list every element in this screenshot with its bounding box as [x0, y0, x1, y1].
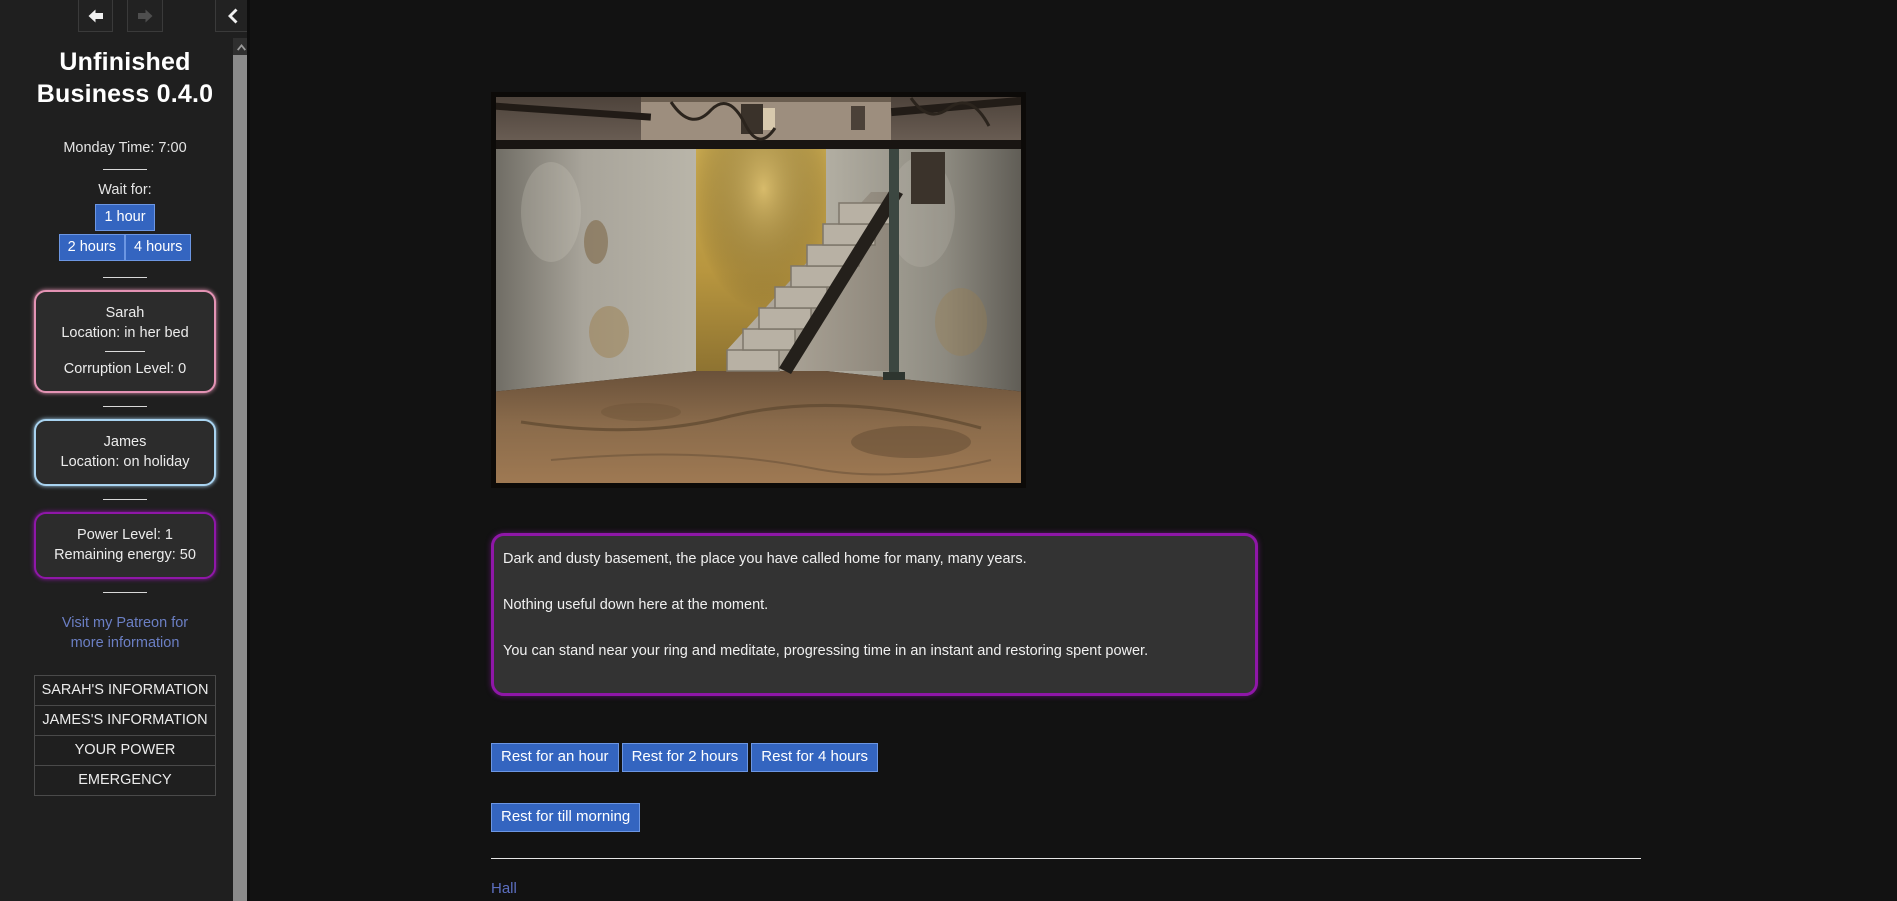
page-title: Unfinished Business 0.4.0 [36, 48, 214, 108]
power-status-card[interactable]: Power Level: 1 Remaining energy: 50 [34, 512, 216, 579]
divider [105, 351, 145, 352]
exit-link-hall[interactable]: Hall [491, 880, 517, 897]
divider [103, 277, 147, 278]
wait-4-hours-button[interactable]: 4 hours [125, 234, 192, 261]
rest-actions-row-2: Rest for till morning [491, 803, 643, 832]
wait-2-hours-button[interactable]: 2 hours [58, 234, 125, 261]
sidebar-nav-row [0, 0, 250, 36]
forward-button[interactable] [127, 0, 163, 32]
sidebar-item-jamess-information[interactable]: JAMES'S INFORMATION [35, 706, 215, 736]
chevron-up-icon [237, 43, 246, 51]
main-content: Dark and dusty basement, the place you h… [250, 0, 1897, 901]
sarah-corruption-level: Corruption Level: 0 [63, 361, 187, 377]
game-clock: Monday Time: 7:00 [63, 140, 187, 156]
divider [103, 169, 147, 170]
rest-for-2-hours-button[interactable]: Rest for 2 hours [621, 743, 749, 772]
wait-buttons: 1 hour 2 hours 4 hours [22, 204, 228, 264]
sidebar-item-your-power[interactable]: YOUR POWER [35, 736, 215, 766]
james-location: Location: on holiday [60, 454, 190, 470]
rest-for-4-hours-button[interactable]: Rest for 4 hours [751, 743, 878, 772]
rest-actions-row-1: Rest for an hour Rest for 2 hours Rest for… [491, 743, 881, 772]
divider [103, 499, 147, 500]
arrow-left-icon [88, 9, 103, 22]
story-paragraph-2: Nothing useful down here at the moment. [503, 597, 769, 613]
wait-1-hour-button[interactable]: 1 hour [95, 204, 155, 231]
basement-illustration [491, 92, 1026, 488]
divider [103, 406, 147, 407]
sidebar: Unfinished Business 0.4.0 Monday Time: 7… [0, 0, 250, 901]
power-level: Power Level: 1 [77, 527, 173, 543]
story-paragraph-1: Dark and dusty basement, the place you h… [503, 551, 1027, 567]
rest-for-an-hour-button[interactable]: Rest for an hour [491, 743, 619, 772]
story-text-box: Dark and dusty basement, the place you h… [491, 533, 1258, 696]
collapse-sidebar-button[interactable] [214, 0, 250, 32]
remaining-energy: Remaining energy: 50 [54, 547, 196, 563]
wait-label: Wait for: [98, 182, 152, 198]
back-button[interactable] [78, 0, 114, 32]
patreon-link[interactable]: Visit my Patreon for more information [45, 613, 205, 653]
chevron-left-icon [228, 8, 238, 23]
james-status-card[interactable]: James Location: on holiday [34, 419, 216, 486]
divider [103, 592, 147, 593]
rest-till-morning-button[interactable]: Rest for till morning [491, 803, 641, 832]
sarah-status-card[interactable]: Sarah Location: in her bed Corruption Le… [34, 290, 216, 393]
sarah-location: Location: in her bed [61, 325, 189, 341]
arrow-right-icon [137, 9, 153, 22]
sidebar-item-emergency[interactable]: EMERGENCY [35, 766, 215, 796]
sarah-name: Sarah [105, 305, 145, 321]
content-divider [491, 858, 1641, 859]
basement-photo [491, 92, 1026, 488]
story-paragraph-3: You can stand near your ring and meditat… [503, 643, 1149, 659]
james-name: James [103, 434, 147, 450]
sidebar-menu: SARAH'S INFORMATION JAMES'S INFORMATION … [34, 675, 216, 796]
sidebar-item-sarahs-information[interactable]: SARAH'S INFORMATION [35, 676, 215, 706]
